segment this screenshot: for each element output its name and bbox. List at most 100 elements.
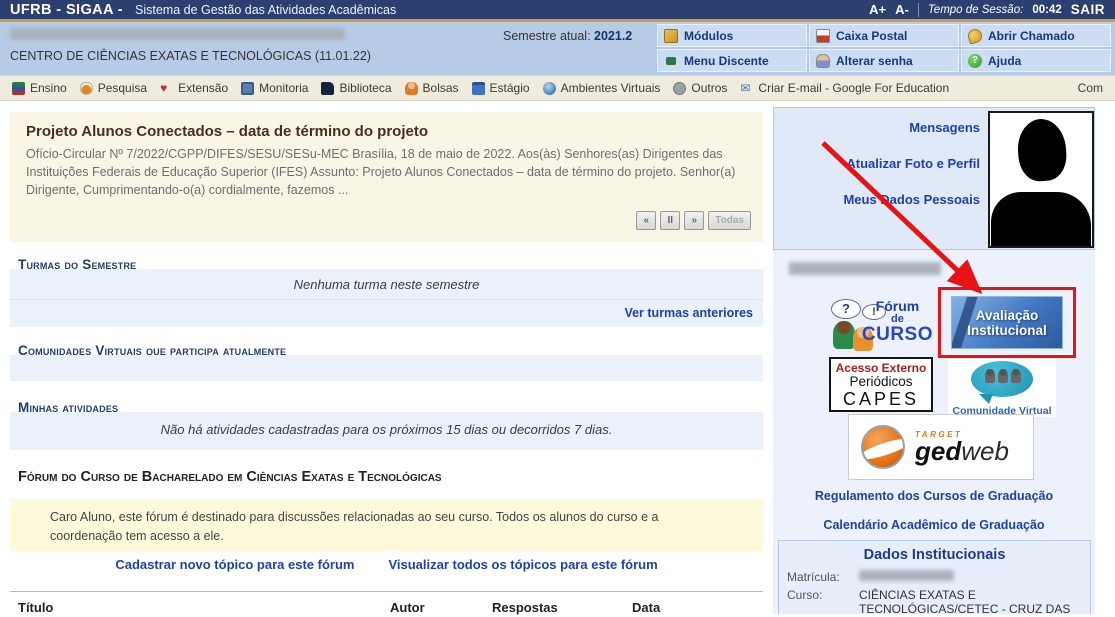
change-password-button-label: Alterar senha — [836, 54, 913, 68]
periodicos-capes-button[interactable]: Acesso Externo Periódicos CAPES — [829, 357, 933, 412]
news-body: Ofício-Circular Nº 7/2022/CGPP/DIFES/SES… — [26, 145, 747, 199]
menu-item-biblioteca[interactable]: Biblioteca — [321, 81, 391, 95]
avaliacao-institucional-button[interactable]: Avaliação Institucional — [951, 296, 1063, 349]
pager-next-button[interactable]: » — [684, 211, 704, 230]
mailbox-button[interactable]: Caixa Postal — [809, 24, 959, 47]
network-icon — [666, 57, 676, 65]
dados-institucionais-title: Dados Institucionais — [787, 547, 1082, 563]
font-increase-button[interactable]: A+ — [869, 2, 886, 17]
logout-button[interactable]: SAIR — [1071, 2, 1105, 17]
person-icon — [405, 82, 418, 95]
help-button-label: Ajuda — [988, 54, 1021, 68]
curso-row: Curso: CIÊNCIAS EXATAS E TECNOLÓGICAS/CE… — [787, 588, 1082, 614]
gedweb-ged-label: ged — [915, 436, 961, 466]
profile-photo-silhouette — [988, 111, 1094, 248]
curso-label: Curso: — [787, 588, 859, 614]
dados-institucionais-panel: Dados Institucionais Matrícula: Curso: C… — [778, 540, 1091, 614]
menu-item-criar-email[interactable]: Criar E-mail - Google For Education — [740, 81, 949, 95]
calendario-academico-link[interactable]: Calendário Acadêmico de Graduação — [773, 518, 1095, 532]
visualizar-topicos-link[interactable]: Visualizar todos os tópicos para este fó… — [388, 557, 657, 572]
menu-item-extensao[interactable]: Extensão — [160, 81, 228, 95]
news-box: Projeto Alunos Conectados – data de térm… — [10, 112, 763, 242]
forum-de-curso-button[interactable]: ? ! Fórum de CURSO — [831, 299, 933, 351]
matricula-row: Matrícula: — [787, 570, 1082, 584]
menu-item-estagio[interactable]: Estágio — [472, 81, 530, 95]
app-subtitle: Sistema de Gestão das Atividades Acadêmi… — [135, 3, 396, 17]
sidebar-name-strip — [773, 250, 1095, 284]
silhouette-shoulders — [991, 192, 1091, 248]
mailbox-icon — [816, 29, 830, 43]
gedweb-web-label: web — [961, 436, 1009, 466]
books-icon — [12, 82, 25, 95]
menu-item-label: Monitoria — [259, 81, 308, 95]
open-ticket-button[interactable]: Abrir Chamado — [961, 24, 1111, 47]
capes-periodicos-label: Periódicos — [831, 375, 931, 390]
turmas-empty-text: Nenhuma turma neste semestre — [10, 269, 763, 299]
avaliacao-label-line2: Institucional — [967, 323, 1047, 338]
forum-word: Fórum — [862, 299, 933, 314]
redacted-sidebar-name — [789, 262, 941, 275]
flask-icon — [80, 82, 93, 95]
menu-item-monitoria[interactable]: Monitoria — [241, 81, 308, 95]
user-icon — [816, 54, 830, 68]
menu-item-label: Criar E-mail - Google For Education — [758, 81, 949, 95]
menu-item-pesquisa[interactable]: Pesquisa — [80, 81, 147, 95]
top-bar: UFRB - SIGAA - Sistema de Gestão das Ati… — [0, 0, 1115, 22]
silhouette-head — [1016, 117, 1068, 182]
turmas-box: Nenhuma turma neste semestre Ver turmas … — [10, 269, 763, 327]
pager-pause-button[interactable]: II — [660, 211, 680, 230]
atualizar-foto-perfil-link[interactable]: Atualizar Foto e Perfil — [782, 156, 980, 171]
student-menu-button[interactable]: Menu Discente — [657, 49, 807, 72]
meus-dados-pessoais-link[interactable]: Meus Dados Pessoais — [782, 192, 980, 207]
menu-item-label: Com — [1078, 81, 1103, 95]
menu-item-ensino[interactable]: Ensino — [12, 81, 67, 95]
column-autor: Autor — [390, 600, 492, 615]
menu-item-label: Estágio — [490, 81, 530, 95]
redacted-user-name — [10, 28, 345, 40]
help-button[interactable]: Ajuda — [961, 49, 1111, 72]
library-icon — [321, 82, 334, 95]
menu-item-label: Extensão — [178, 81, 228, 95]
pager-all-button[interactable]: Todas — [708, 211, 751, 230]
redacted-matricula-value — [859, 570, 954, 581]
font-decrease-button[interactable]: A- — [895, 2, 909, 17]
sidebar: Mensagens Atualizar Foto e Perfil Meus D… — [773, 107, 1095, 614]
menu-item-truncated[interactable]: Com — [1078, 81, 1103, 95]
semester-value: 2021.2 — [594, 29, 632, 43]
avaliacao-label-line1: Avaliação — [976, 308, 1039, 323]
comunidade-virtual-button[interactable]: Comunidade Virtual — [948, 359, 1056, 417]
gedweb-button[interactable]: TARGET gedweb — [848, 414, 1034, 480]
menu-item-ambientes-virtuais[interactable]: Ambientes Virtuais — [543, 81, 661, 95]
capes-label: CAPES — [831, 390, 931, 410]
gedweb-logo-text: TARGET gedweb — [915, 430, 1009, 464]
session-timer-label: Tempo de Sessão: — [928, 4, 1023, 16]
sidebar-links: Regulamento dos Cursos de Graduação Cale… — [773, 489, 1095, 547]
horn-icon — [966, 27, 983, 44]
people-icon — [985, 369, 1021, 383]
menu-item-label: Ambientes Virtuais — [561, 81, 661, 95]
modules-cube-icon — [664, 29, 678, 43]
change-password-button[interactable]: Alterar senha — [809, 49, 959, 72]
menu-item-bolsas[interactable]: Bolsas — [405, 81, 459, 95]
atividades-box: Não há atividades cadastradas para os pr… — [10, 412, 763, 450]
forum-de-curso-label: Fórum de CURSO — [862, 299, 933, 345]
cadastrar-topico-link[interactable]: Cadastrar novo tópico para este fórum — [115, 557, 354, 572]
globe-icon — [543, 82, 556, 95]
curso-value: CIÊNCIAS EXATAS E TECNOLÓGICAS/CETEC - C… — [859, 588, 1082, 614]
column-titulo: Título — [18, 600, 390, 615]
monitor-icon — [241, 82, 254, 95]
ver-turmas-anteriores-link[interactable]: Ver turmas anteriores — [624, 306, 753, 320]
person-icon — [833, 321, 855, 349]
menu-item-label: Pesquisa — [98, 81, 147, 95]
pager-prev-button[interactable]: « — [636, 211, 656, 230]
open-ticket-button-label: Abrir Chamado — [988, 29, 1075, 43]
profile-panel: Mensagens Atualizar Foto e Perfil Meus D… — [773, 107, 1095, 250]
modules-button-label: Módulos — [684, 29, 733, 43]
menu-item-outros[interactable]: Outros — [673, 81, 727, 95]
menu-item-label: Bolsas — [423, 81, 459, 95]
regulamento-cursos-link[interactable]: Regulamento dos Cursos de Graduação — [773, 489, 1095, 503]
modules-button[interactable]: Módulos — [657, 24, 807, 47]
mensagens-link[interactable]: Mensagens — [782, 120, 980, 135]
forum-word: CURSO — [862, 325, 933, 345]
gears-icon — [673, 82, 686, 95]
